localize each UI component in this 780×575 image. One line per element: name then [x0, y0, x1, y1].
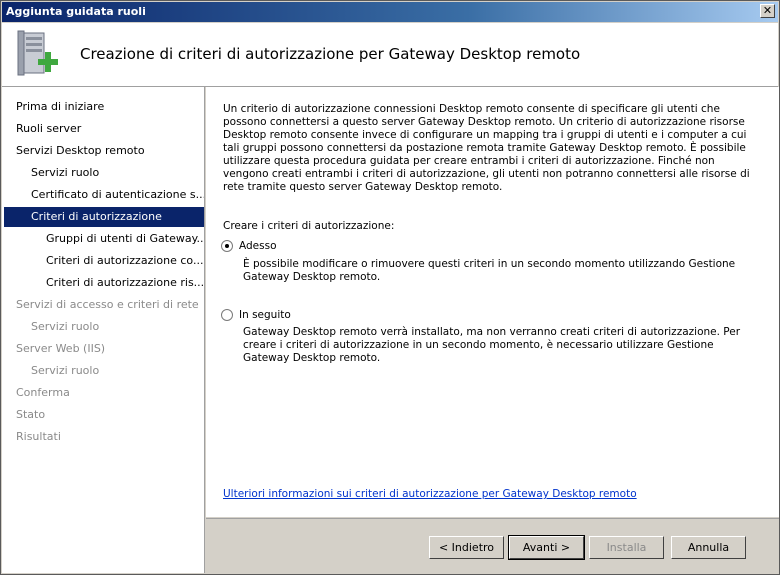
cancel-button[interactable]: Annulla: [671, 536, 746, 559]
radio-now-label[interactable]: Adesso: [239, 240, 277, 252]
create-policies-label: Creare i criteri di autorizzazione:: [223, 220, 395, 232]
sidebar-item[interactable]: Criteri di autorizzazione: [4, 207, 204, 227]
sidebar-item[interactable]: Criteri di autorizzazione ris...: [4, 273, 204, 293]
sidebar-item: Conferma: [16, 386, 70, 399]
button-bar: < Indietro Avanti > Installa Annulla: [206, 519, 779, 573]
install-button[interactable]: Installa: [589, 536, 664, 559]
more-info-link[interactable]: Ulteriori informazioni sui criteri di au…: [223, 488, 637, 500]
sidebar-item[interactable]: Prima di iniziare: [4, 97, 204, 117]
window-title: Aggiunta guidata ruoli: [6, 5, 146, 18]
radio-now[interactable]: Adesso: [221, 239, 521, 255]
back-button[interactable]: < Indietro: [429, 536, 504, 559]
page-title: Creazione di criteri di autorizzazione p…: [80, 45, 581, 63]
radio-later-button[interactable]: [221, 309, 233, 321]
title-bar[interactable]: Aggiunta guidata ruoli ✕: [2, 2, 778, 22]
wizard-header: Creazione di criteri di autorizzazione p…: [2, 23, 778, 87]
sidebar-item: Server Web (IIS): [16, 342, 106, 355]
sidebar-item: Servizi di accesso e criteri di rete: [16, 298, 199, 311]
radio-later-description: Gateway Desktop remoto verrà installato,…: [243, 326, 741, 364]
wizard-step-list: Prima di iniziare Ruoli server Servizi Des…: [2, 87, 205, 573]
radio-later-label[interactable]: In seguito: [239, 309, 291, 321]
radio-now-button[interactable]: [221, 240, 233, 252]
sidebar-item[interactable]: Certificato di autenticazione s...: [4, 185, 204, 205]
radio-later[interactable]: In seguito: [221, 308, 521, 324]
next-button[interactable]: Avanti >: [508, 535, 585, 560]
sidebar-item[interactable]: Ruoli server: [4, 119, 204, 139]
sidebar-item: Servizi ruolo: [31, 320, 100, 333]
sidebar-item[interactable]: Gruppi di utenti di Gateway...: [4, 229, 204, 249]
sidebar-item: Servizi ruolo: [31, 364, 100, 377]
sidebar-item[interactable]: Servizi Desktop remoto: [4, 141, 204, 161]
wizard-window: Aggiunta guidata ruoli ✕ Creazione di cr…: [0, 0, 780, 575]
content-pane: Un criterio di autorizzazione connession…: [206, 87, 779, 517]
radio-now-description: È possibile modificare o rimuovere quest…: [243, 258, 736, 283]
close-button[interactable]: ✕: [760, 4, 775, 18]
server-add-icon: [17, 30, 58, 76]
intro-text: Un criterio di autorizzazione connession…: [223, 103, 750, 193]
sidebar-item[interactable]: Servizi ruolo: [4, 163, 204, 183]
sidebar-item: Stato: [16, 408, 46, 421]
sidebar-item[interactable]: Criteri di autorizzazione co...: [4, 251, 204, 271]
sidebar-item: Risultati: [16, 430, 61, 443]
